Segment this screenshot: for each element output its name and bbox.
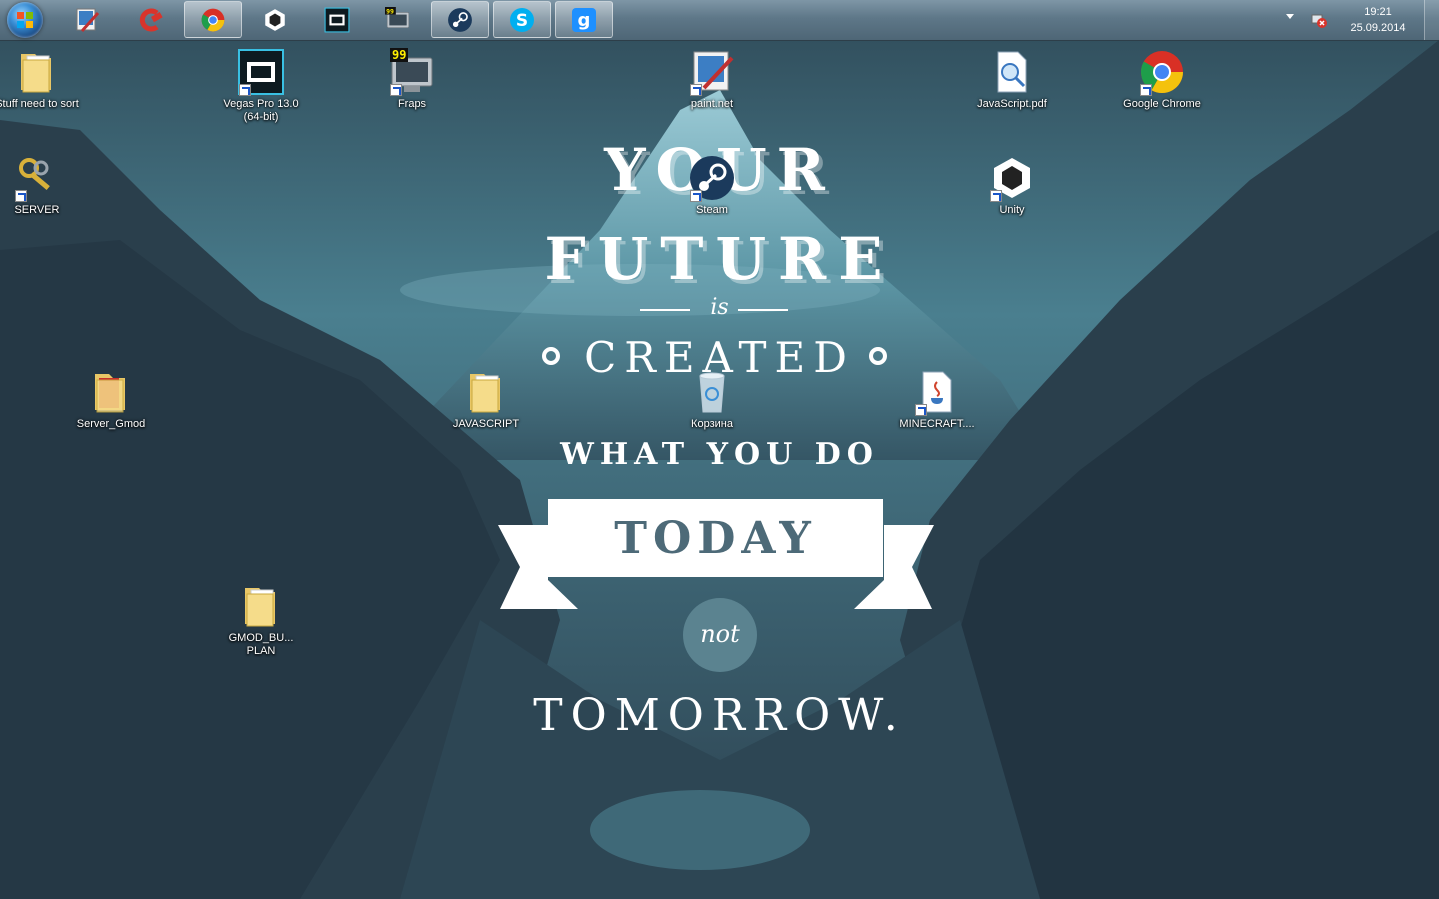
shortcut-arrow-icon: [690, 84, 702, 96]
desktop-icon-label: Корзина: [691, 418, 733, 430]
desktop-icon-recycle-bin[interactable]: Корзина: [669, 368, 755, 431]
system-clock[interactable]: 19:21 25.09.2014: [1340, 4, 1416, 36]
taskbar-steam[interactable]: [431, 1, 489, 38]
shortcut-arrow-icon: [390, 84, 402, 96]
desktop-icon-gmod-plan-folder[interactable]: GMOD_BU... PLAN: [218, 582, 304, 658]
chrome-icon: [1138, 48, 1186, 96]
desktop-icon-label: JavaScript.pdf: [977, 98, 1047, 110]
show-hidden-icons-button[interactable]: [1286, 14, 1294, 19]
folder-icon: [237, 582, 285, 630]
shortcut-arrow-icon: [1140, 84, 1152, 96]
skype-icon: S: [510, 7, 534, 32]
taskbar-ccleaner[interactable]: [121, 1, 179, 38]
wallpaper: [0, 0, 1439, 899]
desktop-icon-javascript-folder[interactable]: JAVASCRIPT: [443, 368, 529, 431]
desktop-icon-label: SERVER: [14, 204, 60, 216]
taskbar-vegas[interactable]: [308, 1, 366, 38]
paintnet-icon: [76, 8, 100, 32]
show-desktop-button[interactable]: [1424, 0, 1439, 40]
folder-icon: [462, 368, 510, 416]
chrome-icon: [201, 8, 225, 31]
desktop-icon-label: Server_Gmod: [76, 418, 146, 430]
fraps-icon: 99: [388, 48, 436, 96]
desktop-icon-label: paint.net: [690, 98, 734, 110]
fraps-icon: 99: [385, 6, 410, 28]
svg-text:S: S: [516, 11, 528, 31]
desktop-icon-unity[interactable]: Unity: [969, 154, 1055, 217]
windows-logo-icon: [17, 12, 33, 28]
java-file-icon: [913, 368, 961, 416]
cloud-streak: [400, 264, 880, 316]
desktop-icon-label: Fraps: [397, 98, 427, 110]
desktop-icon-label: MINECRAFT....: [899, 418, 975, 430]
folder-icon: [87, 368, 135, 416]
start-button[interactable]: [7, 2, 43, 38]
shortcut-arrow-icon: [690, 190, 702, 202]
svg-text:99: 99: [386, 7, 394, 15]
unity-icon: [988, 154, 1036, 202]
desktop-icon-label: Vegas Pro 13.0 (64-bit): [223, 98, 299, 123]
desktop-icon-server-gmod-folder[interactable]: Server_Gmod: [68, 368, 154, 431]
folder-icon: [13, 48, 61, 96]
recycle-bin-icon: [688, 368, 736, 416]
shortcut-arrow-icon: [990, 190, 1002, 202]
desktop-icon-javascript-pdf[interactable]: JavaScript.pdf: [969, 48, 1055, 111]
taskbar-skype[interactable]: S: [493, 1, 551, 38]
desktop-icon-label: GMOD_BU... PLAN: [228, 632, 294, 657]
desktop-icon-chrome[interactable]: Google Chrome: [1119, 48, 1205, 111]
desktop-icon-vegas-pro[interactable]: Vegas Pro 13.0 (64-bit): [218, 48, 304, 124]
taskbar-unity[interactable]: [246, 1, 304, 38]
unity-icon: [265, 8, 285, 31]
desktop-icon-minecraft[interactable]: MINECRAFT....: [894, 368, 980, 431]
shortcut-arrow-icon: [915, 404, 927, 416]
desktop-icon-label: Steam: [696, 204, 728, 216]
network-disconnected-icon[interactable]: [1310, 11, 1328, 29]
shortcut-arrow-icon: [15, 190, 27, 202]
desktop-icon-label: Stuff need to sort: [0, 98, 79, 110]
steam-icon: [448, 7, 472, 32]
taskbar-paintnet[interactable]: [58, 1, 116, 38]
clock-time: 19:21: [1364, 6, 1392, 18]
desktop-icon-label: Unity: [999, 204, 1025, 216]
svg-text:g: g: [578, 10, 591, 31]
fraps-fps-badge: 99: [390, 48, 409, 62]
desktop-icon-server[interactable]: SERVER: [0, 154, 80, 217]
paintnet-icon: [688, 48, 736, 96]
taskbar-chrome[interactable]: [184, 1, 242, 38]
keys-icon: [13, 154, 61, 202]
desktop-icon-label: Google Chrome: [1123, 98, 1201, 110]
vegas-icon: [324, 7, 350, 32]
desktop-icon-steam[interactable]: Steam: [669, 154, 755, 217]
gmod-icon: g: [572, 7, 596, 32]
taskbar: 99 S g 19:21 25.09.2014: [0, 0, 1439, 41]
ccleaner-icon: [139, 8, 163, 31]
desktop-icon-stuff-folder[interactable]: Stuff need to sort: [0, 48, 80, 111]
desktop-icon-label: JAVASCRIPT: [452, 418, 520, 430]
pdf-document-icon: [988, 48, 1036, 96]
river-glint: [590, 790, 810, 870]
desktop-icon-paintnet[interactable]: paint.net: [669, 48, 755, 111]
taskbar-fraps[interactable]: 99: [369, 1, 427, 38]
vegas-icon: [237, 48, 285, 96]
desktop-icon-fraps[interactable]: 99 Fraps: [369, 48, 455, 111]
steam-icon: [688, 154, 736, 202]
taskbar-gmod[interactable]: g: [555, 1, 613, 38]
clock-date: 25.09.2014: [1350, 22, 1406, 34]
shortcut-arrow-icon: [239, 84, 251, 96]
